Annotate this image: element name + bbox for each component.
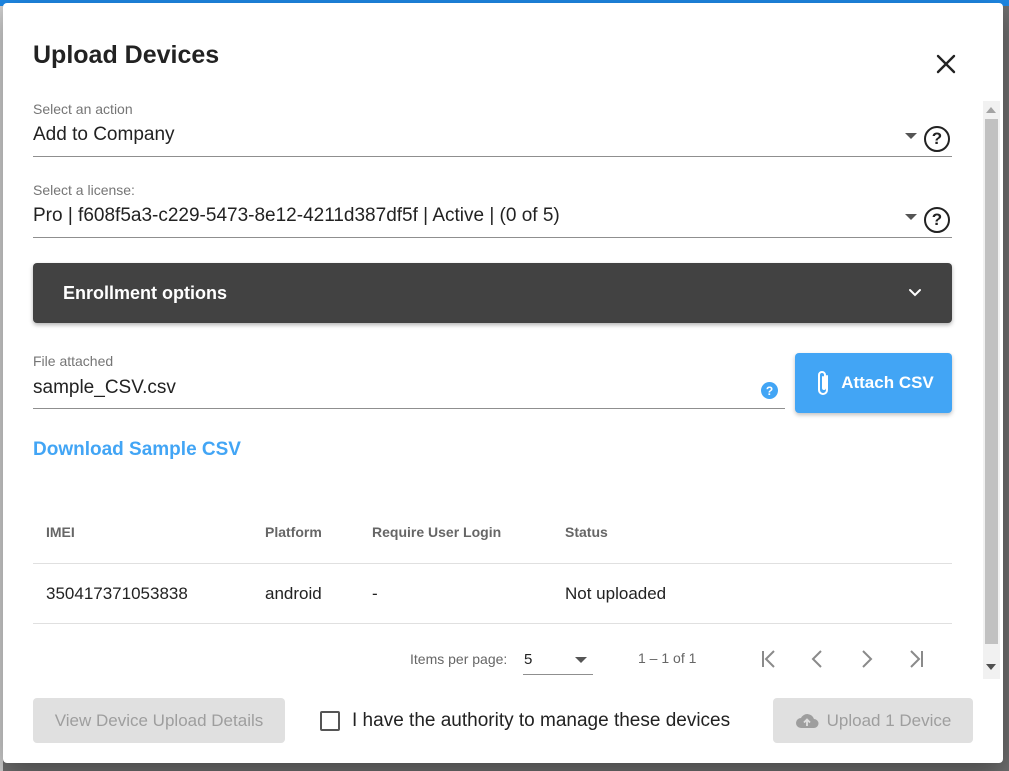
attach-csv-button[interactable]: Attach CSV [795, 353, 952, 413]
last-page-icon [910, 650, 923, 668]
help-icon[interactable]: ? [924, 126, 950, 152]
close-button[interactable] [931, 49, 961, 79]
cell-platform: android [265, 584, 322, 603]
upload-devices-dialog: Upload Devices Select an action Add to C… [3, 3, 1003, 763]
items-per-page-value: 5 [524, 651, 533, 668]
devices-table: IMEI Platform Require User Login Status … [33, 504, 952, 624]
cell-require-user-login: - [372, 584, 378, 603]
download-sample-csv-link[interactable]: Download Sample CSV [33, 439, 241, 461]
chevron-down-icon [905, 133, 917, 139]
scrollbar[interactable] [983, 101, 1000, 679]
action-value: Add to Company [33, 124, 175, 145]
next-page-button[interactable] [851, 643, 883, 675]
license-select[interactable]: Select a license: Pro | f608f5a3-c229-54… [33, 182, 952, 238]
help-icon[interactable]: ? [924, 207, 950, 233]
dialog-title: Upload Devices [33, 41, 220, 69]
attach-csv-label: Attach CSV [841, 373, 934, 392]
authority-checkbox[interactable] [320, 711, 340, 731]
chevron-down-icon [909, 289, 921, 297]
file-attached-label: File attached [33, 353, 114, 369]
enrollment-options-title: Enrollment options [63, 282, 227, 303]
help-icon[interactable]: ? [761, 382, 778, 399]
close-icon [936, 54, 956, 74]
items-per-page-select[interactable]: 5 [523, 645, 593, 675]
scroll-down-arrow-icon[interactable] [986, 664, 996, 670]
action-label: Select an action [33, 101, 133, 117]
first-page-button[interactable] [752, 643, 784, 675]
chevron-left-icon [811, 650, 822, 668]
table-header: IMEI Platform Require User Login Status [33, 504, 952, 564]
license-label: Select a license: [33, 182, 135, 198]
scroll-up-arrow-icon[interactable] [986, 107, 996, 113]
chevron-down-icon [905, 214, 917, 220]
last-page-button[interactable] [901, 643, 933, 675]
cell-status: Not uploaded [565, 584, 667, 603]
upload-devices-button[interactable]: Upload 1 Device [773, 698, 973, 743]
action-select[interactable]: Select an action Add to Company ? [33, 101, 952, 157]
license-value: Pro | f608f5a3-c229-5473-8e12-4211d387df… [33, 205, 560, 226]
scrollbar-thumb[interactable] [985, 119, 998, 644]
page-range-label: 1 – 1 of 1 [638, 650, 697, 666]
column-header-imei: IMEI [46, 524, 75, 540]
enrollment-options-panel[interactable]: Enrollment options [33, 263, 952, 323]
cloud-upload-icon [795, 713, 819, 728]
chevron-down-icon [575, 657, 587, 663]
column-header-platform: Platform [265, 524, 322, 540]
authority-checkbox-row[interactable]: I have the authority to manage these dev… [320, 710, 730, 732]
file-attached-field: File attached sample_CSV.csv ? [33, 351, 785, 409]
dialog-scroll-area: Select an action Add to Company ? Select… [3, 101, 1003, 679]
items-per-page-label: Items per page: [410, 651, 508, 667]
file-attached-value: sample_CSV.csv [33, 377, 176, 398]
view-device-upload-details-button[interactable]: View Device Upload Details [33, 698, 285, 743]
column-header-status: Status [565, 524, 608, 540]
previous-page-button[interactable] [801, 643, 833, 675]
paginator: Items per page: 5 1 – 1 of 1 [3, 637, 983, 681]
cell-imei: 350417371053838 [46, 584, 188, 603]
authority-checkbox-label: I have the authority to manage these dev… [352, 710, 731, 731]
column-header-require-user-login: Require User Login [372, 524, 502, 540]
first-page-icon [762, 650, 775, 668]
chevron-right-icon [862, 650, 873, 668]
table-row: 350417371053838 android - Not uploaded [33, 564, 952, 624]
upload-devices-label: Upload 1 Device [826, 710, 952, 730]
paperclip-icon [818, 371, 829, 395]
